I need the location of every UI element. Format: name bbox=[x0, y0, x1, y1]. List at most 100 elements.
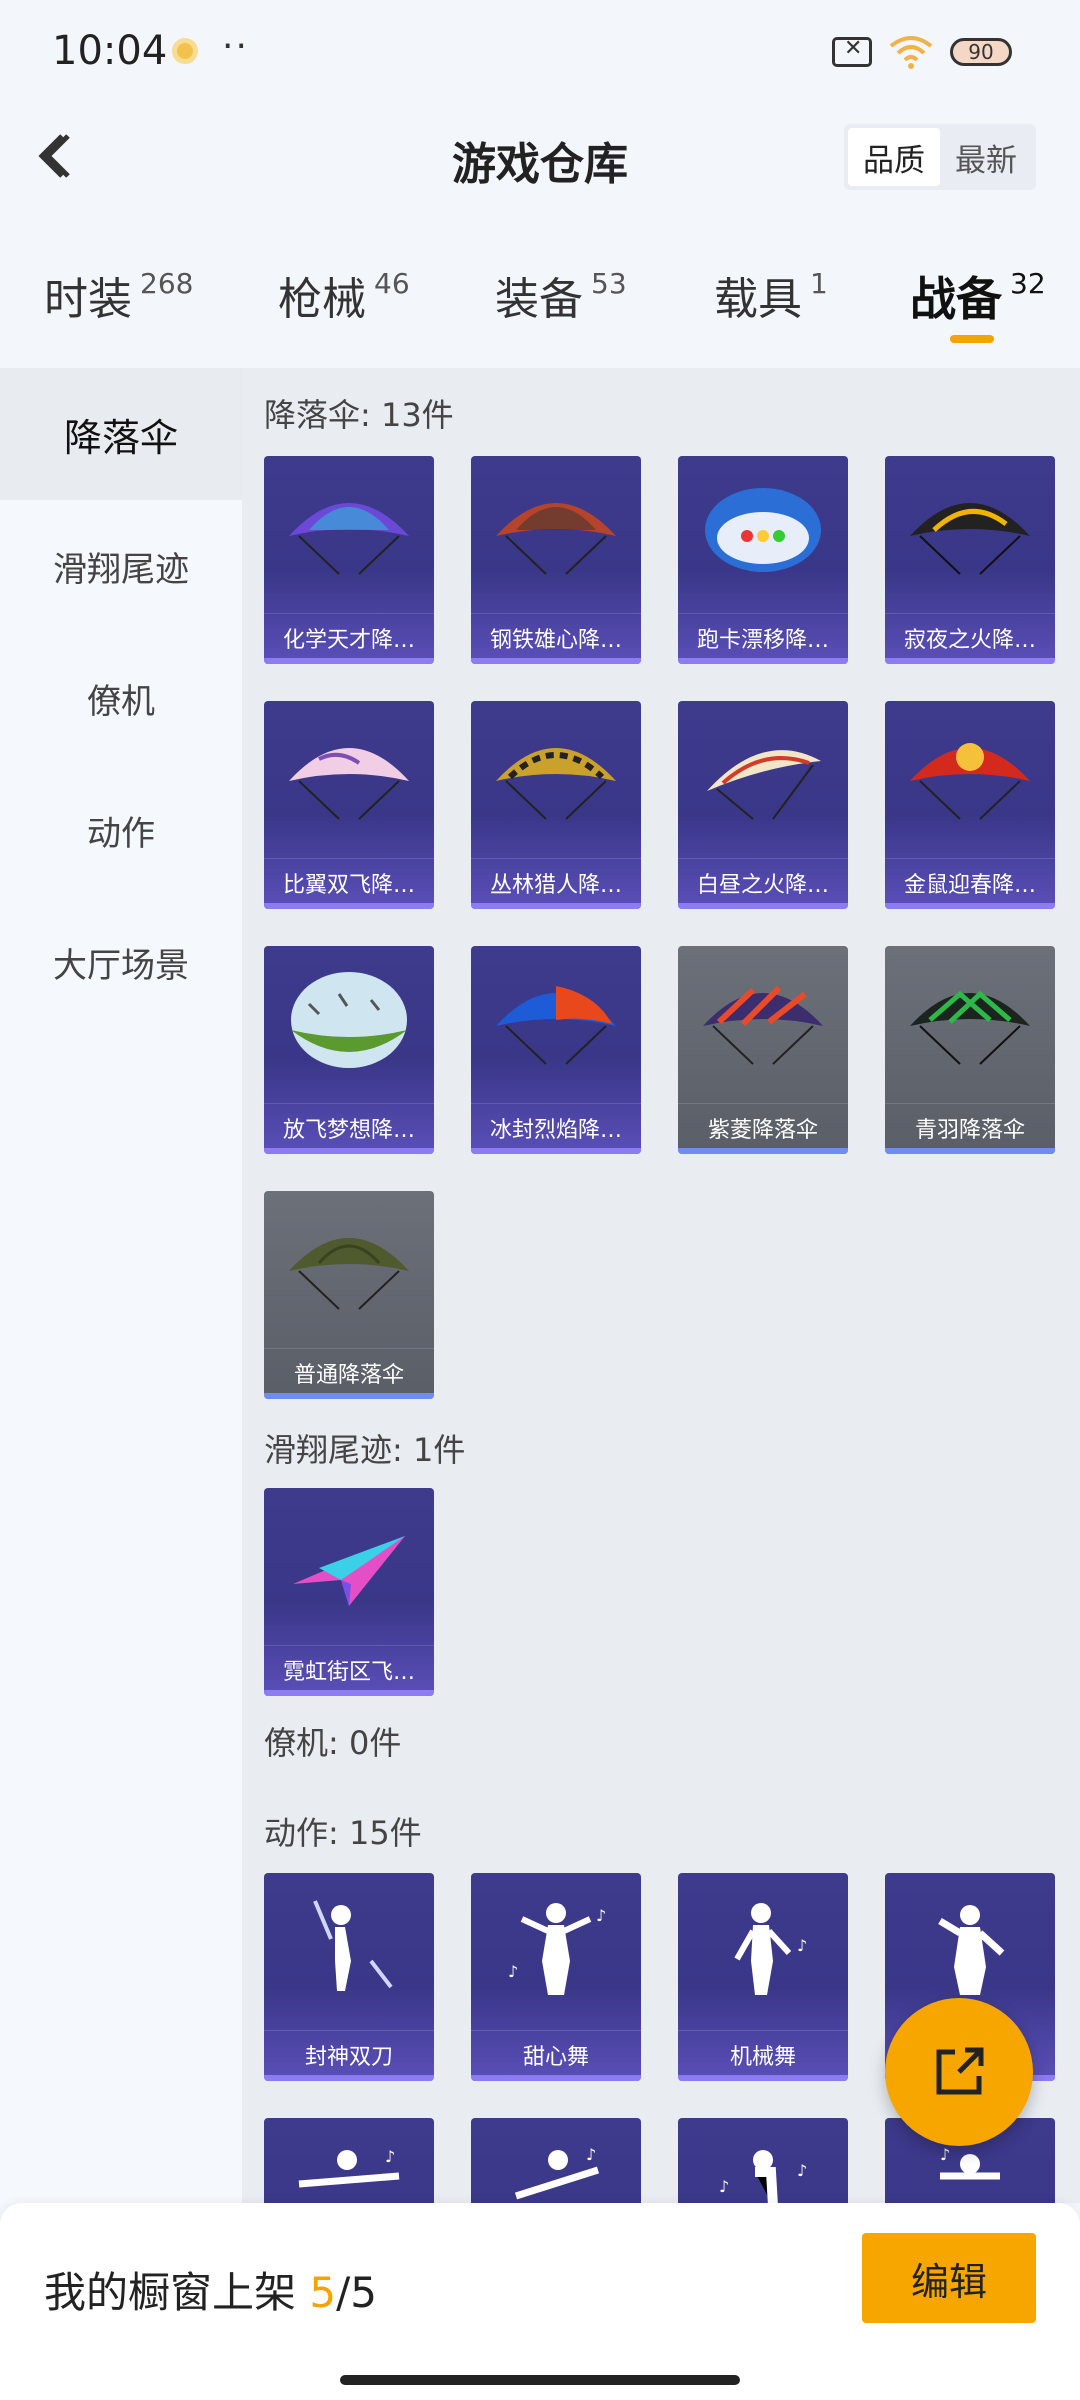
tab-fashion[interactable]: 时装 268 bbox=[44, 263, 193, 327]
sidebar-item-parachute[interactable]: 降落伞 bbox=[0, 368, 242, 500]
parachute-icon bbox=[910, 743, 1030, 820]
section-title-trail: 滑翔尾迹: 1件 bbox=[264, 1431, 466, 1469]
tab-guns[interactable]: 枪械 46 bbox=[278, 263, 410, 327]
parachute-icon bbox=[496, 503, 616, 575]
notification-icon bbox=[172, 38, 198, 64]
sidebar-item-emote[interactable]: 动作 bbox=[0, 764, 242, 896]
item-card[interactable]: ♪ ♪ 甜心舞 bbox=[471, 1873, 641, 2081]
item-card[interactable]: 金鼠迎春降… bbox=[885, 701, 1055, 909]
share-button[interactable] bbox=[885, 1998, 1033, 2146]
item-name: 甜心舞 bbox=[471, 2030, 641, 2071]
item-card[interactable]: 跑卡漂移降… bbox=[678, 456, 848, 664]
section-title-emote: 动作: 15件 bbox=[264, 1814, 422, 1852]
tab-count: 268 bbox=[140, 267, 194, 300]
item-card[interactable]: 冰封烈焰降… bbox=[471, 946, 641, 1154]
item-name: 寂夜之火降… bbox=[885, 613, 1055, 654]
parachute-icon bbox=[289, 1238, 409, 1310]
category-tabs: 时装 268 枪械 46 装备 53 载具 1 战备 32 bbox=[0, 235, 1080, 365]
more-notifications-icon: ·· bbox=[222, 26, 249, 67]
item-name: 青羽降落伞 bbox=[885, 1103, 1055, 1144]
item-card[interactable]: 紫菱降落伞 bbox=[678, 946, 848, 1154]
showcase-label: 我的橱窗上架 bbox=[44, 2268, 297, 2317]
tab-count: 32 bbox=[1010, 267, 1046, 300]
item-name: 丛林猎人降… bbox=[471, 858, 641, 899]
item-name: 比翼双飞降… bbox=[264, 858, 434, 899]
dancer-silhouette-icon bbox=[938, 1905, 1005, 1995]
tab-label: 战备 bbox=[910, 272, 1002, 326]
item-card[interactable]: 比翼双飞降… bbox=[264, 701, 434, 909]
dancer-silhouette-icon: ♪♪ bbox=[508, 1903, 606, 1995]
item-card[interactable]: 普通降落伞 bbox=[264, 1191, 434, 1399]
item-card[interactable]: 化学天才降… bbox=[264, 456, 434, 664]
item-name: 冰封烈焰降… bbox=[471, 1103, 641, 1144]
dancer-silhouette-icon: ♪ bbox=[734, 1903, 807, 1995]
parachute-icon bbox=[910, 503, 1030, 575]
dancer-silhouette-icon: ♪ bbox=[940, 2145, 1000, 2180]
item-grid: 降落伞: 13件 化学天才降… 钢铁雄心降… 跑卡漂移降… 寂夜之火降… 比翼双… bbox=[242, 368, 1080, 2203]
no-sim-icon bbox=[832, 36, 872, 67]
item-card[interactable]: 霓虹街区飞… bbox=[264, 1488, 434, 1696]
svg-text:♪: ♪ bbox=[719, 2177, 729, 2196]
paper-plane-icon bbox=[293, 1536, 405, 1606]
section-title-parachute: 降落伞: 13件 bbox=[264, 396, 454, 434]
showcase-status: 我的橱窗上架 5/5 bbox=[44, 2259, 377, 2320]
parachute-icon bbox=[289, 503, 409, 575]
item-card[interactable]: 放飞梦想降… bbox=[264, 946, 434, 1154]
item-card[interactable]: 钢铁雄心降… bbox=[471, 456, 641, 664]
dancer-silhouette-icon: ♪♪ bbox=[719, 2150, 807, 2203]
item-card[interactable]: ♪ ♪ bbox=[678, 2118, 848, 2203]
tab-count: 1 bbox=[810, 267, 828, 300]
parachute-icon bbox=[705, 488, 821, 572]
sort-quality-button[interactable]: 品质 bbox=[848, 128, 940, 186]
svg-text:♪: ♪ bbox=[385, 2147, 395, 2166]
item-name: 放飞梦想降… bbox=[264, 1103, 434, 1144]
item-name: 霓虹街区飞… bbox=[264, 1645, 434, 1686]
item-name: 紫菱降落伞 bbox=[678, 1103, 848, 1144]
tab-battle-gear[interactable]: 战备 32 bbox=[910, 263, 1046, 329]
item-name: 白昼之火降… bbox=[678, 858, 848, 899]
item-card[interactable]: ♪ 机械舞 bbox=[678, 1873, 848, 2081]
bottom-bar: 我的橱窗上架 5/5 编辑 bbox=[0, 2203, 1080, 2400]
header: 游戏仓库 品质 最新 bbox=[0, 100, 1080, 220]
item-card[interactable]: 封神双刀 bbox=[264, 1873, 434, 2081]
svg-text:♪: ♪ bbox=[586, 2145, 596, 2164]
item-name: 钢铁雄心降… bbox=[471, 613, 641, 654]
sidebar-item-wingman[interactable]: 僚机 bbox=[0, 632, 242, 764]
item-card[interactable]: 青羽降落伞 bbox=[885, 946, 1055, 1154]
showcase-count: 5 bbox=[309, 2268, 337, 2317]
sort-newest-button[interactable]: 最新 bbox=[940, 128, 1032, 186]
active-tab-indicator bbox=[950, 335, 994, 343]
tab-label: 时装 bbox=[44, 274, 132, 325]
sort-toggle: 品质 最新 bbox=[844, 124, 1036, 190]
svg-text:♪: ♪ bbox=[797, 2161, 807, 2180]
parachute-icon bbox=[496, 986, 616, 1065]
wifi-icon bbox=[888, 34, 934, 70]
edit-button[interactable]: 编辑 bbox=[862, 2233, 1036, 2323]
tab-label: 枪械 bbox=[278, 274, 366, 325]
item-card[interactable]: 寂夜之火降… bbox=[885, 456, 1055, 664]
status-time: 10:04 bbox=[52, 28, 168, 74]
tab-equipment[interactable]: 装备 53 bbox=[495, 263, 627, 327]
svg-text:♪: ♪ bbox=[596, 1906, 606, 1925]
item-card[interactable]: 白昼之火降… bbox=[678, 701, 848, 909]
item-card[interactable]: ♪ bbox=[471, 2118, 641, 2203]
item-card[interactable]: ♪ bbox=[264, 2118, 434, 2203]
battery-icon: 90 bbox=[950, 38, 1012, 66]
dancer-silhouette-icon: ♪ bbox=[514, 2145, 600, 2200]
sidebar-item-lobby-scene[interactable]: 大厅场景 bbox=[0, 896, 242, 1028]
parachute-icon bbox=[910, 990, 1030, 1065]
parachute-icon bbox=[496, 748, 616, 820]
item-card[interactable]: 丛林猎人降… bbox=[471, 701, 641, 909]
tab-vehicles[interactable]: 载具 1 bbox=[714, 263, 828, 327]
item-name: 普通降落伞 bbox=[264, 1348, 434, 1389]
svg-text:♪: ♪ bbox=[940, 2145, 950, 2164]
svg-text:♪: ♪ bbox=[797, 1936, 807, 1955]
tab-count: 53 bbox=[591, 267, 627, 300]
dancer-silhouette-icon bbox=[313, 1900, 393, 1991]
svg-text:♪: ♪ bbox=[508, 1962, 518, 1981]
parachute-icon bbox=[291, 972, 407, 1068]
external-link-icon bbox=[936, 2047, 984, 2095]
home-indicator[interactable] bbox=[340, 2375, 740, 2385]
sidebar-item-trail[interactable]: 滑翔尾迹 bbox=[0, 500, 242, 632]
parachute-icon bbox=[707, 750, 821, 820]
